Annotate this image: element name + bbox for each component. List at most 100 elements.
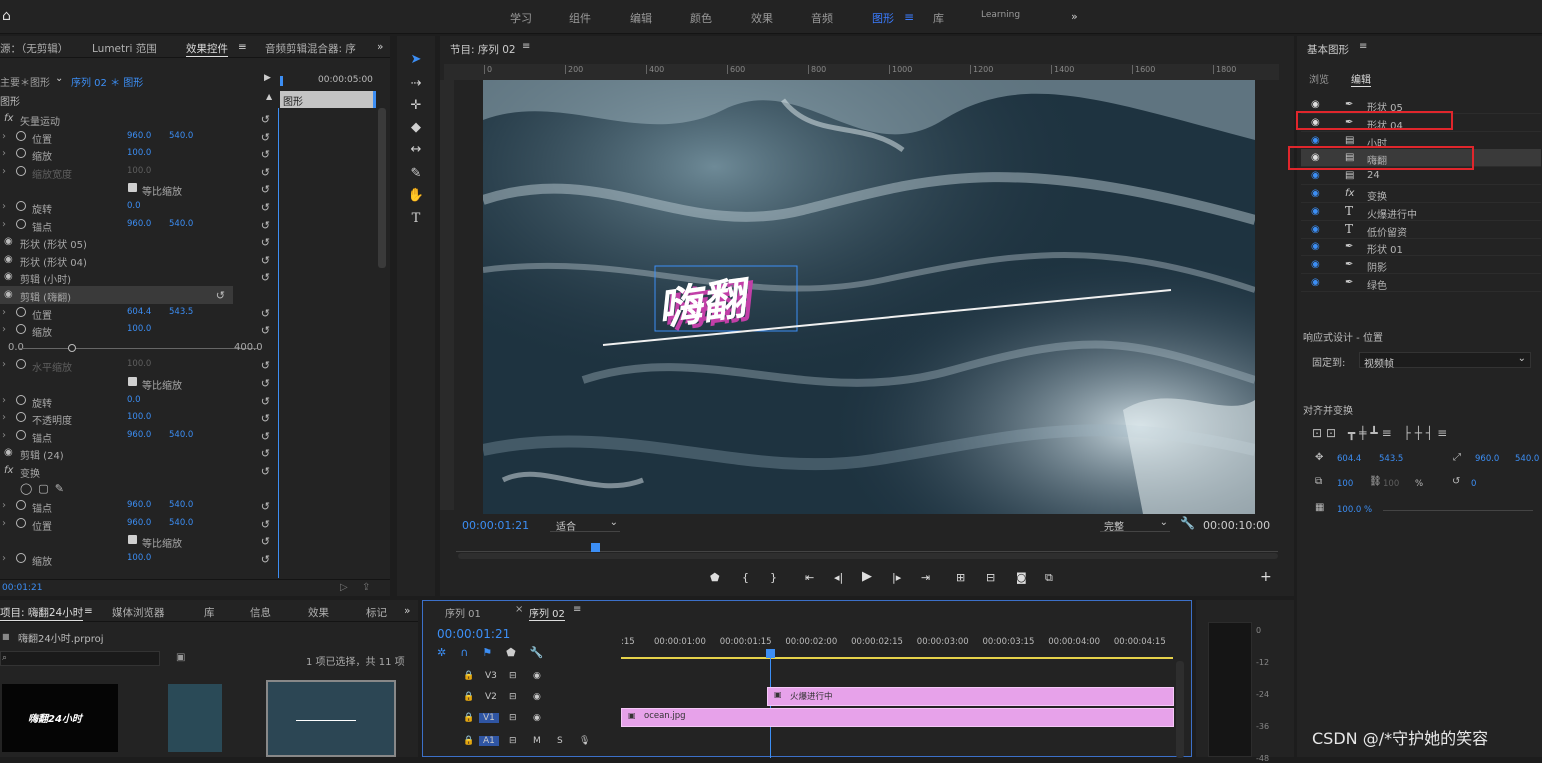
effect-row[interactable]: 等比缩放 ↺	[0, 180, 278, 198]
reset-icon[interactable]: ↺	[261, 307, 270, 320]
effect-row[interactable]: › 锚点 960.0 540.0 ↺	[0, 427, 278, 445]
effect-row[interactable]: › 位置 960.0 540.0 ↺	[0, 515, 278, 533]
selection-tool-icon[interactable]: ➤	[405, 52, 427, 72]
stopwatch-icon[interactable]	[16, 201, 26, 211]
panel-menu-icon[interactable]: ≡	[238, 41, 247, 53]
value-1[interactable]: 960.0	[127, 219, 151, 229]
expand-icon[interactable]: ›	[2, 201, 6, 212]
sync-icon[interactable]: ⊟	[509, 671, 517, 681]
fit-dropdown[interactable]: 适合 ⌄	[550, 516, 620, 533]
reset-icon[interactable]: ↺	[261, 254, 270, 267]
value-1[interactable]: 100.0	[127, 324, 151, 334]
effect-row[interactable]: › 不透明度 100.0 ↺	[0, 409, 278, 427]
reset-icon[interactable]: ↺	[261, 447, 270, 460]
lock-icon[interactable]: 🔒	[463, 713, 474, 723]
eye-icon[interactable]: ◉	[1311, 99, 1320, 110]
home-icon[interactable]: ⌂	[2, 8, 11, 24]
ws-effects[interactable]: 效果	[751, 10, 773, 26]
tab-audio-mixer[interactable]: 音频剪辑混合器: 序	[265, 41, 356, 56]
value-2[interactable]: 543.5	[169, 307, 193, 317]
opacity-slider[interactable]	[1383, 510, 1533, 511]
mini-playhead[interactable]	[280, 76, 283, 86]
expand-icon[interactable]: ›	[2, 131, 6, 142]
stopwatch-icon[interactable]	[16, 429, 26, 440]
expand-icon[interactable]: ›	[2, 219, 6, 230]
reset-icon[interactable]: ↺	[261, 271, 270, 284]
expand-icon[interactable]: ›	[2, 307, 6, 318]
slip-tool-icon[interactable]: ↔	[405, 142, 427, 162]
eg-layer-row[interactable]: ◉ fx 变换	[1301, 185, 1541, 203]
tab-edit[interactable]: 编辑	[1351, 71, 1371, 87]
stopwatch-icon[interactable]	[16, 130, 26, 141]
mini-clip-handle[interactable]	[373, 91, 376, 108]
go-to-in-icon[interactable]: ⇤	[805, 571, 814, 584]
effect-row[interactable]: › 锚点 960.0 540.0 ↺	[0, 497, 278, 515]
stopwatch-icon[interactable]	[16, 324, 26, 335]
reset-icon[interactable]: ↺	[261, 518, 270, 531]
timeline-timecode[interactable]: 00:00:01:21	[437, 627, 510, 641]
checkbox[interactable]	[128, 183, 137, 193]
rotation-value[interactable]: 0	[1471, 479, 1476, 489]
play-icon[interactable]: ▶	[862, 569, 872, 584]
tab-source[interactable]: 源：（无剪辑）	[0, 41, 68, 56]
slider-handle[interactable]	[68, 343, 76, 352]
quality-dropdown[interactable]: 完整 ⌄	[1100, 516, 1170, 533]
effect-row[interactable]: 0.0 400.0	[0, 339, 278, 357]
more-workspaces-icon[interactable]: »	[1071, 10, 1078, 23]
value-1[interactable]: 100.0	[127, 359, 151, 369]
effect-row[interactable]: ◉ 剪辑 (嗨翻) ↺	[0, 286, 233, 304]
ws-learn[interactable]: 学习	[510, 10, 532, 26]
more-tabs-icon[interactable]: »	[377, 41, 383, 53]
tab-effect-controls[interactable]: 效果控件	[186, 41, 228, 57]
timeline-scrollbar[interactable]	[1176, 661, 1184, 758]
lock-icon[interactable]: 🔒	[463, 692, 474, 702]
extract-icon[interactable]: ⊟	[986, 571, 995, 584]
eye-icon[interactable]: ◉	[1311, 277, 1320, 288]
effect-row[interactable]: fx 矢量运动 ↺	[0, 110, 278, 128]
export-icon[interactable]: ⇪	[362, 582, 370, 593]
value-1[interactable]: 0.0	[127, 201, 141, 211]
lift-icon[interactable]: ⊞	[956, 571, 965, 584]
eg-menu-icon[interactable]: ≡	[1359, 41, 1367, 52]
expand-icon[interactable]: ›	[2, 412, 6, 423]
effect-row[interactable]: › 缩放 100.0 ↺	[0, 550, 278, 568]
reset-icon[interactable]: ↺	[261, 166, 270, 179]
ws-audio[interactable]: 音频	[811, 10, 833, 26]
tab-sequence02[interactable]: 序列 02	[529, 605, 565, 621]
eye-icon[interactable]: ◉	[1311, 188, 1320, 199]
scale-value-2[interactable]: 100	[1383, 479, 1399, 489]
timeline-menu-icon[interactable]: ≡	[573, 604, 581, 615]
clip-v1[interactable]: ▣ ocean.jpg	[621, 708, 1174, 727]
program-playhead[interactable]	[591, 543, 600, 552]
eye-icon[interactable]: ◉	[1311, 206, 1320, 217]
add-marker-icon[interactable]: ⬟	[710, 571, 720, 584]
reset-icon[interactable]: ↺	[261, 430, 270, 443]
reset-icon[interactable]: ↺	[216, 289, 225, 302]
scale-value[interactable]: 100	[1337, 479, 1353, 489]
value-2[interactable]: 540.0	[169, 430, 193, 440]
tab-browse[interactable]: 浏览	[1309, 71, 1329, 86]
reset-icon[interactable]: ↺	[261, 412, 270, 425]
new-bin-icon[interactable]: ▣	[176, 652, 185, 663]
pin-to-dropdown[interactable]: 视频帧 ⌄	[1359, 352, 1531, 370]
ws-editing[interactable]: 编辑	[630, 10, 652, 26]
breadcrumb-sequence[interactable]: 序列 02 ＊ 图形	[71, 74, 143, 89]
eye-icon[interactable]: ◉	[533, 692, 541, 702]
eg-layer-row[interactable]: ◉ T 低价留资	[1301, 221, 1541, 239]
stopwatch-icon[interactable]	[16, 412, 26, 423]
value-1[interactable]: 100.0	[127, 148, 151, 158]
footer-timecode[interactable]: 00:01:21	[2, 583, 42, 593]
value-1[interactable]: 100.0	[127, 166, 151, 176]
effect-row[interactable]: ◉ 形状 (形状 04) ↺	[0, 251, 278, 269]
tab-effects[interactable]: 效果	[308, 605, 329, 620]
tab-libraries[interactable]: 库	[204, 605, 215, 620]
expand-icon[interactable]: ›	[2, 518, 6, 529]
stopwatch-icon[interactable]	[16, 218, 26, 229]
tab-markers[interactable]: 标记	[366, 605, 387, 620]
value-2[interactable]: 540.0	[169, 500, 193, 510]
filter-icon[interactable]: ▷	[340, 582, 348, 593]
reset-icon[interactable]: ↺	[261, 201, 270, 214]
link-icon[interactable]: ⛓	[1369, 476, 1382, 487]
mute-button[interactable]: M	[533, 736, 541, 746]
eye-icon[interactable]: ◉	[1311, 170, 1320, 181]
